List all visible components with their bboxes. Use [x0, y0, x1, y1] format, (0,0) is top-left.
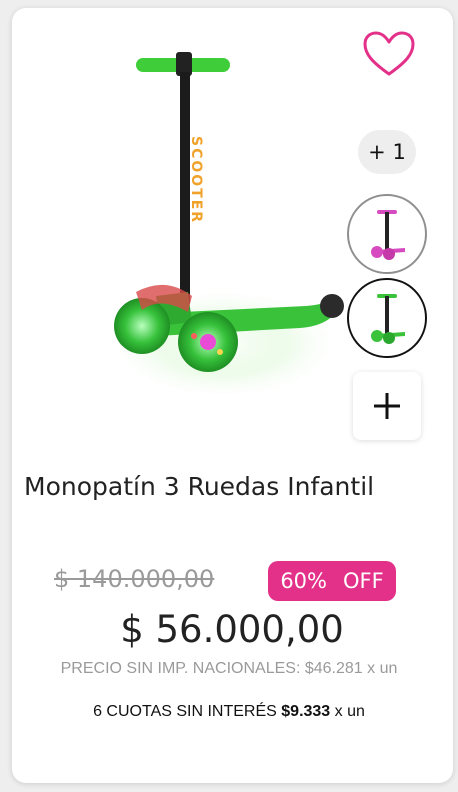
more-images-count: + 1 [368, 140, 406, 164]
installments-label: 6 CUOTAS SIN INTERÉS [93, 703, 277, 720]
original-price: $ 140.000,00 [54, 565, 215, 593]
discount-badge: 60% OFF [268, 561, 396, 601]
product-title[interactable]: Monopatín 3 Ruedas Infantil [24, 472, 434, 501]
product-image[interactable]: SCOOTER [96, 44, 352, 404]
more-images-button[interactable]: + 1 [358, 130, 416, 174]
thumbnail-image [371, 294, 405, 344]
installments-info: 6 CUOTAS SIN INTERÉS $9.333 x un [0, 703, 458, 721]
discount-percentage: 60% [280, 569, 327, 593]
discount-off-label: OFF [343, 569, 384, 593]
thumbnail-pink-scooter[interactable] [347, 194, 427, 274]
thumbnail-image [371, 210, 405, 260]
installments-unit: x un [334, 703, 365, 720]
favorite-icon[interactable] [362, 30, 416, 78]
add-button[interactable] [353, 372, 421, 440]
thumbnail-green-scooter[interactable] [347, 278, 427, 358]
current-price: $ 56.000,00 [120, 608, 344, 651]
scooter-brand-text: SCOOTER [188, 136, 204, 224]
tax-note: PRECIO SIN IMP. NACIONALES: $46.281 x un [60, 660, 398, 677]
plus-icon [374, 393, 400, 419]
installments-amount: $9.333 [281, 703, 331, 720]
